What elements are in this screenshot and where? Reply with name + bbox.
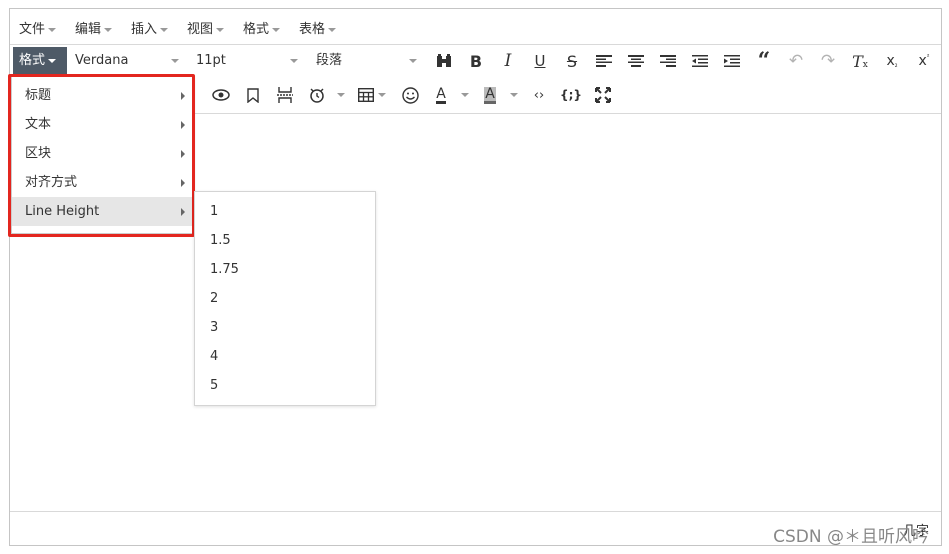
menu-edit-label: 编辑 <box>75 22 102 37</box>
menu-item-blocks[interactable]: 区块 <box>12 139 193 168</box>
italic-icon[interactable]: I <box>497 50 519 72</box>
line-height-submenu: 1 1.5 1.75 2 3 4 5 <box>194 191 376 406</box>
chevron-down-icon <box>378 93 386 97</box>
chevron-down-icon <box>104 27 113 32</box>
strikethrough-icon[interactable]: S <box>561 50 583 72</box>
menubar: 文件 编辑 插入 视图 格式 表格 <box>10 9 941 45</box>
datetime-icon[interactable] <box>306 84 328 106</box>
chevron-right-icon <box>181 92 185 100</box>
menu-item-label: 区块 <box>25 146 52 161</box>
font-family-select[interactable]: Verdana <box>75 47 185 75</box>
chevron-down-icon <box>461 93 469 97</box>
option-label: 3 <box>210 320 219 335</box>
text-color-icon[interactable]: A <box>430 84 452 106</box>
option-label: 1 <box>210 204 219 219</box>
block-format-value: 段落 <box>316 53 343 68</box>
font-family-value: Verdana <box>75 53 129 68</box>
menu-item-label: 对齐方式 <box>25 175 78 190</box>
menu-file[interactable]: 文件 <box>19 18 57 37</box>
fullscreen-icon[interactable] <box>592 84 614 106</box>
option-label: 1.75 <box>210 262 239 277</box>
option-label: 1.5 <box>210 233 231 248</box>
option-label: 2 <box>210 291 219 306</box>
chevron-down-icon <box>272 27 281 32</box>
block-format-select[interactable]: 段落 <box>316 47 421 75</box>
menu-edit[interactable]: 编辑 <box>75 18 113 37</box>
menu-format-label: 格式 <box>243 22 270 37</box>
align-left-icon[interactable] <box>593 50 615 72</box>
chevron-down-icon <box>328 27 337 32</box>
chevron-down-icon <box>48 27 57 32</box>
menu-insert-label: 插入 <box>131 22 158 37</box>
line-height-option[interactable]: 4 <box>195 342 375 371</box>
chevron-down-icon <box>409 59 417 63</box>
menu-table[interactable]: 表格 <box>299 18 337 37</box>
watermark: CSDN @＊且听风吟 <box>773 527 929 547</box>
format-dropdown-menu: 标题 文本 区块 对齐方式 Line Height <box>11 76 194 234</box>
line-height-option[interactable]: 1.5 <box>195 226 375 255</box>
table-icon[interactable] <box>355 84 377 106</box>
menu-item-label: 标题 <box>25 88 52 103</box>
option-label: 5 <box>210 378 219 393</box>
chevron-right-icon <box>181 150 185 158</box>
menu-table-label: 表格 <box>299 22 326 37</box>
background-color-icon[interactable]: A <box>479 84 501 106</box>
find-icon[interactable] <box>433 50 455 72</box>
subscript-icon[interactable]: x₂ <box>881 50 903 72</box>
line-height-option[interactable]: 2 <box>195 284 375 313</box>
menu-item-headings[interactable]: 标题 <box>12 81 193 110</box>
menu-item-align[interactable]: 对齐方式 <box>12 168 193 197</box>
bold-icon[interactable]: B <box>465 50 487 72</box>
menu-view[interactable]: 视图 <box>187 18 225 37</box>
underline-icon[interactable]: U <box>529 50 551 72</box>
menu-insert[interactable]: 插入 <box>131 18 169 37</box>
menu-view-label: 视图 <box>187 22 214 37</box>
clear-format-icon[interactable]: Tx <box>849 50 871 72</box>
menu-file-label: 文件 <box>19 22 46 37</box>
indent-icon[interactable] <box>721 50 743 72</box>
menu-item-label: 文本 <box>25 117 52 132</box>
chevron-down-icon <box>290 59 298 63</box>
chevron-down-icon <box>510 93 518 97</box>
outdent-icon[interactable] <box>689 50 711 72</box>
line-height-option[interactable]: 3 <box>195 313 375 342</box>
chevron-down-icon <box>171 59 179 63</box>
line-height-option[interactable]: 1 <box>195 197 375 226</box>
format-menu-button[interactable]: 格式 <box>13 47 67 75</box>
page-break-icon[interactable] <box>274 84 296 106</box>
code-icon[interactable]: ‹› <box>528 84 550 106</box>
preview-icon[interactable] <box>210 84 232 106</box>
font-size-select[interactable]: 11pt <box>196 47 301 75</box>
undo-icon[interactable]: ↶ <box>785 50 807 72</box>
redo-icon[interactable]: ↷ <box>817 50 839 72</box>
align-center-icon[interactable] <box>625 50 647 72</box>
align-right-icon[interactable] <box>657 50 679 72</box>
format-menu-label: 格式 <box>19 53 46 68</box>
chevron-right-icon <box>181 208 185 216</box>
menu-format[interactable]: 格式 <box>243 18 281 37</box>
blockquote-icon[interactable]: “ <box>753 48 775 74</box>
chevron-right-icon <box>181 179 185 187</box>
chevron-down-icon <box>160 27 169 32</box>
code-sample-icon[interactable]: {;} <box>560 84 582 106</box>
emoticons-icon[interactable] <box>399 84 421 106</box>
menu-item-label: Line Height <box>25 204 100 219</box>
line-height-option[interactable]: 5 <box>195 371 375 400</box>
chevron-right-icon <box>181 121 185 129</box>
font-size-value: 11pt <box>196 53 226 68</box>
chevron-down-icon <box>48 58 57 63</box>
chevron-down-icon <box>337 93 345 97</box>
menu-item-line-height[interactable]: Line Height <box>12 197 193 226</box>
chevron-down-icon <box>216 27 225 32</box>
line-height-option[interactable]: 1.75 <box>195 255 375 284</box>
superscript-icon[interactable]: x² <box>913 50 935 72</box>
menu-item-text[interactable]: 文本 <box>12 110 193 139</box>
option-label: 4 <box>210 349 219 364</box>
bookmark-icon[interactable] <box>242 84 264 106</box>
